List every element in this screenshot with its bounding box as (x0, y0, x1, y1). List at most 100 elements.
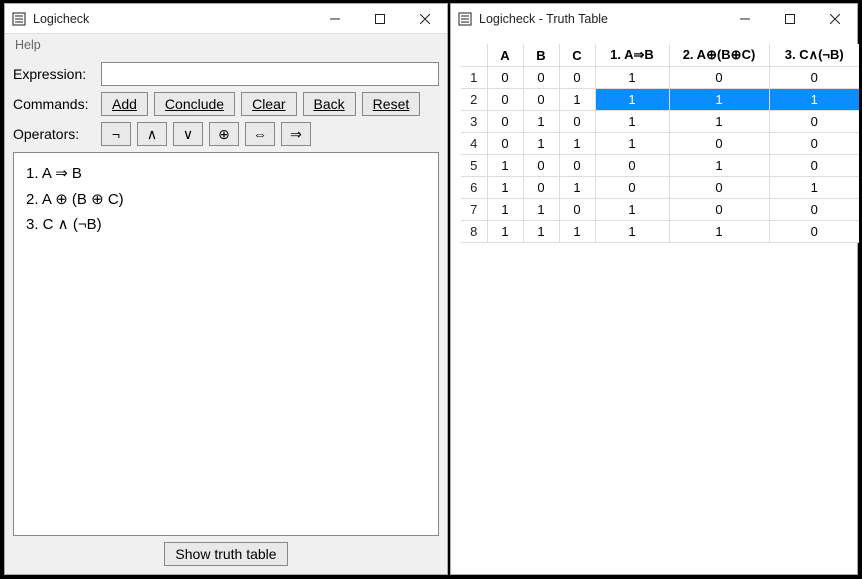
add-button[interactable]: Add (101, 92, 148, 116)
expressions-list[interactable]: 1. A ⇒ B2. A ⊕ (B ⊕ C)3. C ∧ (¬B) (13, 152, 439, 536)
maximize-button[interactable] (767, 4, 812, 34)
table-cell: 1 (669, 221, 769, 243)
truth-table-window: Logicheck - Truth Table ABC1. A⇒B2. A⊕(B… (450, 3, 858, 575)
commands-label: Commands: (13, 96, 95, 112)
table-cell: 1 (559, 177, 595, 199)
table-cell: 5 (461, 155, 487, 177)
table-cell: 0 (595, 177, 669, 199)
table-row[interactable]: 8111110 (461, 221, 859, 243)
table-cell: 6 (461, 177, 487, 199)
expression-item[interactable]: 1. A ⇒ B (26, 161, 426, 187)
table-row[interactable]: 4011100 (461, 133, 859, 155)
table-cell: 1 (769, 177, 859, 199)
table-row[interactable]: 6101001 (461, 177, 859, 199)
table-cell: 0 (769, 155, 859, 177)
table-cell: 0 (769, 133, 859, 155)
table-cell: 1 (487, 155, 523, 177)
table-cell: 0 (487, 89, 523, 111)
window-title: Logicheck (33, 12, 89, 26)
table-header: C (559, 44, 595, 67)
table-cell: 0 (769, 199, 859, 221)
expression-item[interactable]: 2. A ⊕ (B ⊕ C) (26, 187, 426, 213)
table-cell: 0 (769, 221, 859, 243)
table-header: 2. A⊕(B⊕C) (669, 44, 769, 67)
table-cell: 0 (523, 89, 559, 111)
table-cell: 0 (559, 111, 595, 133)
close-button[interactable] (812, 4, 857, 34)
table-cell: 0 (523, 155, 559, 177)
table-cell: 1 (669, 155, 769, 177)
table-header: 3. C∧(¬B) (769, 44, 859, 67)
table-cell: 1 (669, 111, 769, 133)
table-cell: 0 (669, 133, 769, 155)
titlebar[interactable]: Logicheck - Truth Table (451, 4, 857, 34)
table-cell: 3 (461, 111, 487, 133)
and-operator-button[interactable]: ∧ (137, 122, 167, 146)
app-icon (11, 11, 27, 27)
table-row[interactable]: 1000100 (461, 67, 859, 89)
table-cell: 1 (523, 221, 559, 243)
table-cell: 1 (595, 133, 669, 155)
implies-operator-button[interactable]: ⇒ (281, 122, 311, 146)
table-row[interactable]: 7110100 (461, 199, 859, 221)
back-button[interactable]: Back (303, 92, 356, 116)
table-row[interactable]: 5100010 (461, 155, 859, 177)
main-window: Logicheck Help Expression: Commands: Add… (4, 3, 448, 575)
truth-table-area: ABC1. A⇒B2. A⊕(B⊕C)3. C∧(¬B) 10001002001… (451, 34, 857, 253)
table-cell: 1 (669, 89, 769, 111)
table-cell: 1 (595, 67, 669, 89)
table-cell: 0 (669, 177, 769, 199)
minimize-button[interactable] (312, 4, 357, 34)
table-cell: 0 (769, 111, 859, 133)
table-header: A (487, 44, 523, 67)
table-cell: 0 (769, 67, 859, 89)
not-operator-button[interactable]: ¬ (101, 122, 131, 146)
table-cell: 0 (487, 111, 523, 133)
table-cell: 0 (669, 67, 769, 89)
table-cell: 0 (559, 155, 595, 177)
table-cell: 1 (595, 111, 669, 133)
truth-table[interactable]: ABC1. A⇒B2. A⊕(B⊕C)3. C∧(¬B) 10001002001… (461, 44, 859, 243)
client-area: Expression: Commands: Add Conclude Clear… (5, 56, 447, 574)
table-cell: 1 (769, 89, 859, 111)
table-header: B (523, 44, 559, 67)
clear-button[interactable]: Clear (241, 92, 296, 116)
show-truth-table-button[interactable]: Show truth table (164, 542, 287, 566)
minimize-button[interactable] (722, 4, 767, 34)
table-cell: 1 (595, 221, 669, 243)
table-cell: 8 (461, 221, 487, 243)
table-cell: 1 (487, 221, 523, 243)
menubar: Help (5, 34, 447, 56)
table-cell: 1 (559, 221, 595, 243)
table-cell: 7 (461, 199, 487, 221)
table-cell: 1 (559, 89, 595, 111)
table-cell: 0 (559, 199, 595, 221)
expression-input[interactable] (101, 62, 439, 86)
maximize-button[interactable] (357, 4, 402, 34)
reset-button[interactable]: Reset (362, 92, 421, 116)
iff-operator-button[interactable]: ⇔ (245, 122, 275, 146)
table-header: 1. A⇒B (595, 44, 669, 67)
table-cell: 0 (523, 67, 559, 89)
xor-operator-button[interactable]: ⊕ (209, 122, 239, 146)
close-button[interactable] (402, 4, 447, 34)
table-cell: 0 (669, 199, 769, 221)
expression-label: Expression: (13, 66, 95, 82)
menu-help[interactable]: Help (11, 36, 45, 54)
conclude-button[interactable]: Conclude (154, 92, 235, 116)
table-cell: 1 (461, 67, 487, 89)
table-cell: 4 (461, 133, 487, 155)
table-header (461, 44, 487, 67)
titlebar[interactable]: Logicheck (5, 4, 447, 34)
expression-item[interactable]: 3. C ∧ (¬B) (26, 212, 426, 238)
or-operator-button[interactable]: ∨ (173, 122, 203, 146)
app-icon (457, 11, 473, 27)
table-cell: 1 (523, 111, 559, 133)
table-cell: 0 (595, 155, 669, 177)
table-row[interactable]: 3010110 (461, 111, 859, 133)
table-cell: 1 (487, 199, 523, 221)
table-cell: 0 (523, 177, 559, 199)
table-cell: 0 (487, 67, 523, 89)
table-cell: 1 (559, 133, 595, 155)
table-row[interactable]: 2001111 (461, 89, 859, 111)
